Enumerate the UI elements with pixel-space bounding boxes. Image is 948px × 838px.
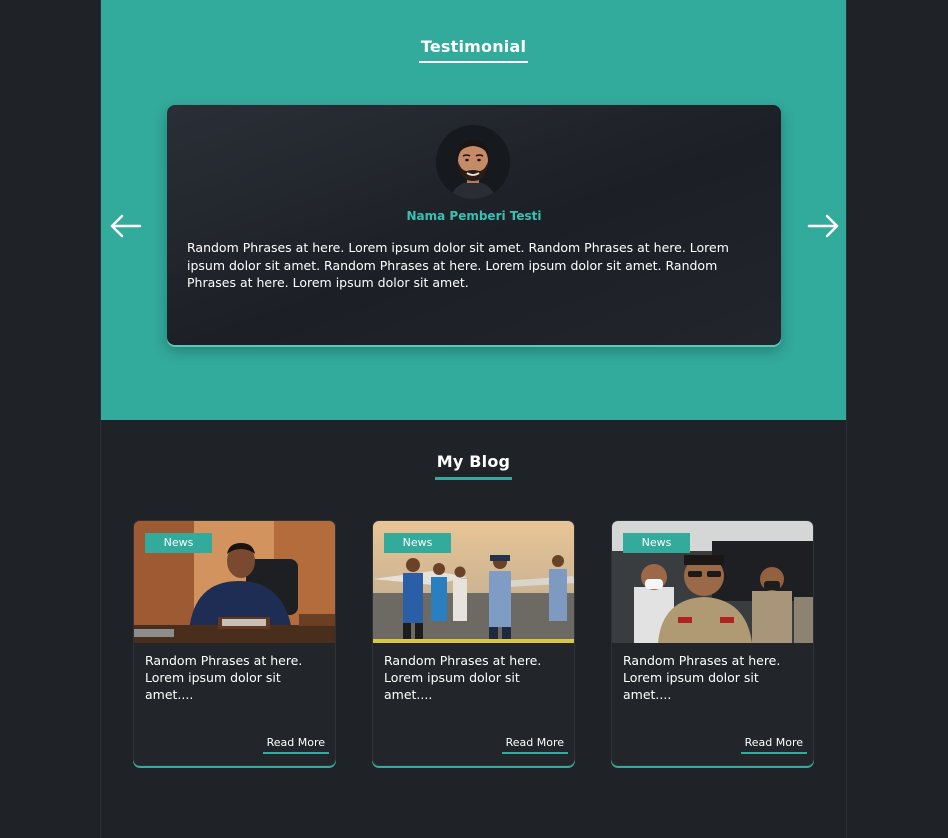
testimonial-author-name: Nama Pemberi Testi xyxy=(406,209,542,223)
arrow-left-icon[interactable] xyxy=(110,212,142,240)
testimonial-text: Random Phrases at here. Lorem ipsum dolo… xyxy=(187,240,729,290)
arrow-right-icon[interactable] xyxy=(807,212,839,240)
page-frame: Testimonial Nama Pemberi Testi Random Ph… xyxy=(100,0,847,838)
blog-excerpt: Random Phrases at here. Lorem ipsum dolo… xyxy=(384,653,542,702)
blog-title: My Blog xyxy=(101,452,846,480)
testimonial-section: Testimonial Nama Pemberi Testi Random Ph… xyxy=(101,0,846,420)
blog-excerpt: Random Phrases at here. Lorem ipsum dolo… xyxy=(145,653,303,702)
news-badge: News xyxy=(623,533,690,553)
blog-card[interactable]: News Random Phrases at here. Lorem ipsum… xyxy=(133,520,336,766)
read-more-link[interactable]: Read More xyxy=(740,736,807,754)
read-more-link[interactable]: Read More xyxy=(262,736,329,754)
blog-excerpt: Random Phrases at here. Lorem ipsum dolo… xyxy=(623,653,781,702)
avatar xyxy=(436,125,510,199)
blog-card[interactable]: News Random Phrases at here. Lorem ipsum… xyxy=(611,520,814,766)
testimonial-card: Nama Pemberi Testi Random Phrases at her… xyxy=(167,105,781,345)
read-more-link[interactable]: Read More xyxy=(501,736,568,754)
blog-card[interactable]: News Random Phrases at here. Lorem ipsum… xyxy=(372,520,575,766)
testimonial-title: Testimonial xyxy=(101,37,846,63)
news-badge: News xyxy=(145,533,212,553)
news-badge: News xyxy=(384,533,451,553)
